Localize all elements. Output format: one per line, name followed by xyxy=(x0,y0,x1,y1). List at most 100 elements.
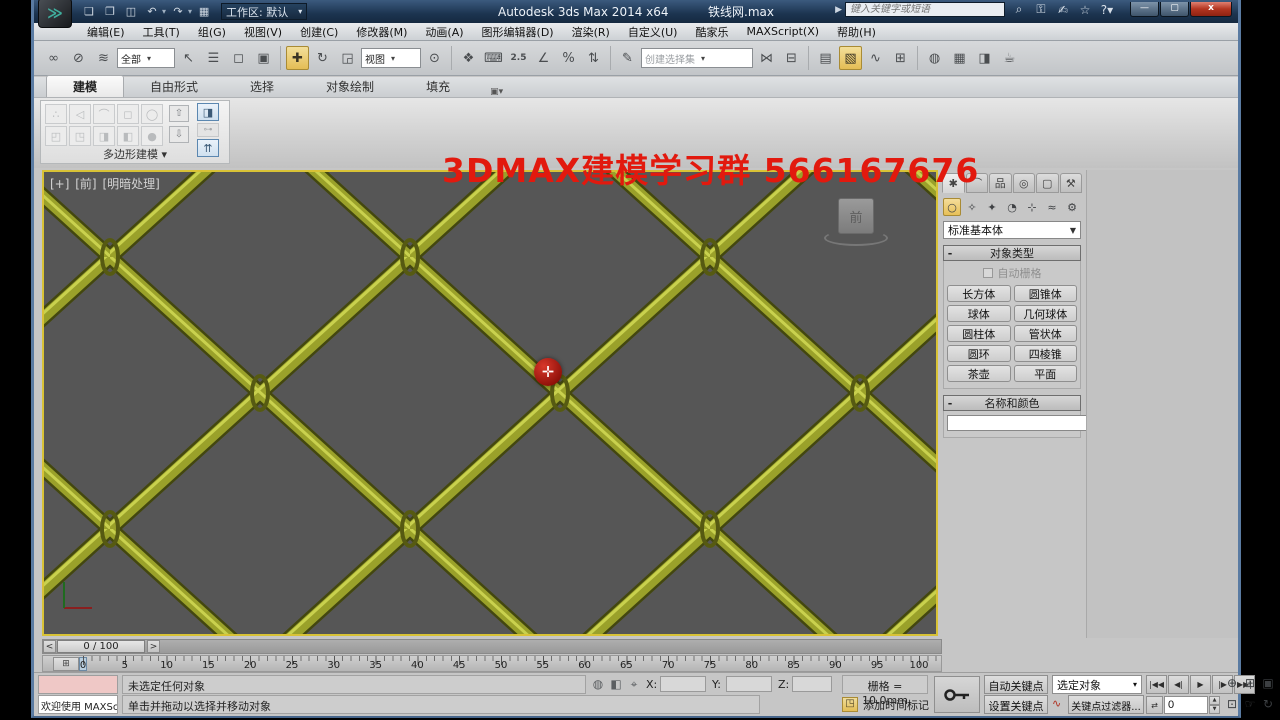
ribbon-minimize-icon[interactable]: ▣▾ xyxy=(490,87,503,97)
infocenter-arrow-icon[interactable]: ▶ xyxy=(835,5,842,15)
menu-item-1[interactable]: 工具(T) xyxy=(134,23,189,40)
absolute-offset-mode-icon[interactable]: ⌖ xyxy=(626,677,642,693)
use-pivot-center-icon[interactable]: ⊙ xyxy=(423,46,446,70)
orbit-icon[interactable]: ↻ xyxy=(1260,695,1276,713)
rendered-frame-window-icon[interactable]: ◨ xyxy=(973,46,996,70)
redo-icon[interactable]: ↷ xyxy=(169,4,187,20)
go-to-start-button[interactable]: |◀◀ xyxy=(1146,675,1167,694)
subobject-tool-icon-3[interactable]: ◻ xyxy=(117,104,139,124)
x-coordinate-input[interactable] xyxy=(660,676,706,692)
front-viewport[interactable]: [+] [前] [明暗处理] 前 ✛ xyxy=(42,170,938,636)
menu-item-7[interactable]: 图形编辑器(D) xyxy=(473,23,563,40)
ribbon-pin-down-icon[interactable]: ⇩ xyxy=(169,126,189,143)
selection-filter-dropdown[interactable]: 全部 ▾ xyxy=(117,48,175,68)
systems-category-icon[interactable]: ⚙ xyxy=(1063,198,1081,216)
mirror-icon[interactable]: ⋈ xyxy=(755,46,778,70)
subobject-tool-icon-0[interactable]: ∴ xyxy=(45,104,67,124)
select-and-rotate-icon[interactable]: ↻ xyxy=(311,46,334,70)
viewport-menu-shading[interactable]: [明暗处理] xyxy=(102,177,159,191)
subscription-key-icon[interactable]: ⚿ xyxy=(1033,2,1049,17)
subobject-tool-icon-8[interactable]: ◧ xyxy=(117,126,139,146)
viewport-menu-general[interactable]: [+] xyxy=(50,177,69,191)
communication-center-icon[interactable]: ✍ xyxy=(1055,3,1071,17)
ribbon-tab-3[interactable]: 对象绘制 xyxy=(300,76,400,97)
undo-dropdown-icon[interactable]: ▾ xyxy=(162,7,166,16)
pan-hand-icon[interactable]: ☞ xyxy=(1242,695,1258,713)
primitive-button-4[interactable]: 圆柱体 xyxy=(947,325,1011,342)
select-and-scale-icon[interactable]: ◲ xyxy=(336,46,359,70)
current-frame-input[interactable] xyxy=(1164,696,1208,714)
application-menu-button[interactable]: ≫ xyxy=(38,0,72,28)
window-crossing-icon[interactable]: ▣ xyxy=(252,46,275,70)
ribbon-tab-4[interactable]: 填充 xyxy=(400,76,476,97)
next-frame-arrow[interactable]: > xyxy=(147,640,160,653)
polygon-modeling-label[interactable]: 多边形建模 ▾ xyxy=(41,146,229,162)
menu-item-4[interactable]: 创建(C) xyxy=(291,23,347,40)
name-color-header[interactable]: - 名称和颜色 xyxy=(943,395,1081,411)
primitive-button-8[interactable]: 茶壶 xyxy=(947,365,1011,382)
isolate-bulb-icon[interactable]: ◍ xyxy=(590,677,606,693)
zoom-extents-icon[interactable]: ▣ xyxy=(1260,674,1276,692)
tab-utilities[interactable]: ⚒ xyxy=(1059,173,1082,193)
undo-icon[interactable]: ↶ xyxy=(143,4,161,20)
favorites-star-icon[interactable]: ☆ xyxy=(1077,3,1093,17)
tab-display[interactable]: ▢ xyxy=(1036,173,1059,193)
subobject-tool-icon-4[interactable]: ◯ xyxy=(141,104,163,124)
menu-item-9[interactable]: 自定义(U) xyxy=(619,23,687,40)
primitive-button-2[interactable]: 球体 xyxy=(947,305,1011,322)
maximize-button[interactable]: ▢ xyxy=(1160,2,1189,17)
menu-item-11[interactable]: MAXScript(X) xyxy=(737,23,828,40)
z-coordinate-input[interactable] xyxy=(792,676,832,692)
scene-explorer-icon[interactable]: ▧ xyxy=(839,46,862,70)
workspace-dropdown[interactable]: 工作区: 默认 ▾ xyxy=(221,3,308,20)
ribbon-pin-up-icon[interactable]: ⇧ xyxy=(169,105,189,122)
primitive-button-7[interactable]: 四棱锥 xyxy=(1013,345,1077,362)
unlink-selection-icon[interactable]: ⊘ xyxy=(67,46,90,70)
menu-item-3[interactable]: 视图(V) xyxy=(235,23,291,40)
select-and-link-icon[interactable]: ∞ xyxy=(42,46,65,70)
time-slider-track[interactable]: < 0 / 100 > xyxy=(42,639,942,654)
spinner-snap-icon[interactable]: ⇅ xyxy=(582,46,605,70)
select-and-manipulate-icon[interactable]: ❖ xyxy=(457,46,480,70)
viewcube-front-face[interactable]: 前 xyxy=(838,198,874,234)
zoom-icon[interactable]: ⊕ xyxy=(1224,674,1240,692)
key-filter-dropdown[interactable]: 选定对象 ▾ xyxy=(1052,675,1142,694)
render-production-icon[interactable]: ☕ xyxy=(998,46,1021,70)
reference-coordinate-dropdown[interactable]: 视图 ▾ xyxy=(361,48,421,68)
primitive-button-5[interactable]: 管状体 xyxy=(1013,325,1077,342)
tab-hierarchy[interactable]: 品 xyxy=(989,173,1012,193)
key-mode-toggle[interactable]: ⇄ xyxy=(1146,696,1163,714)
curve-editor-icon[interactable]: ∿ xyxy=(864,46,887,70)
help-icon[interactable]: ?▾ xyxy=(1099,3,1115,17)
subobject-tool-icon-6[interactable]: ◳ xyxy=(69,126,91,146)
subobject-tool-icon-5[interactable]: ◰ xyxy=(45,126,67,146)
spacewarps-category-icon[interactable]: ≈ xyxy=(1043,198,1061,216)
render-setup-icon[interactable]: ▦ xyxy=(948,46,971,70)
subobject-tool-icon-9[interactable]: ● xyxy=(141,126,163,146)
select-by-name-icon[interactable]: ☰ xyxy=(202,46,225,70)
primitive-button-6[interactable]: 圆环 xyxy=(947,345,1011,362)
align-icon[interactable]: ⊟ xyxy=(780,46,803,70)
helpers-category-icon[interactable]: ⊹ xyxy=(1023,198,1041,216)
subobject-tool-icon-7[interactable]: ◨ xyxy=(93,126,115,146)
isolate-selection-icon[interactable]: ◳ xyxy=(842,697,858,712)
frame-spinner[interactable]: ▲ ▼ xyxy=(1209,696,1220,714)
ribbon-tab-0[interactable]: 建模 xyxy=(46,75,125,97)
rectangular-selection-region-icon[interactable]: ◻ xyxy=(227,46,250,70)
material-editor-icon[interactable]: ◍ xyxy=(923,46,946,70)
ribbon-tab-2[interactable]: 选择 xyxy=(224,76,300,97)
open-file-icon[interactable]: ❐ xyxy=(101,4,119,20)
primitive-button-0[interactable]: 长方体 xyxy=(947,285,1011,302)
viewport-menu-pov[interactable]: [前] xyxy=(75,177,96,191)
y-coordinate-input[interactable] xyxy=(726,676,772,692)
select-object-icon[interactable]: ↖ xyxy=(177,46,200,70)
ribbon-tab-1[interactable]: 自由形式 xyxy=(124,76,224,97)
infocenter-search-input[interactable] xyxy=(845,2,1005,17)
maxscript-mini-listener[interactable] xyxy=(38,675,118,694)
menu-item-0[interactable]: 编辑(E) xyxy=(78,23,134,40)
object-type-header[interactable]: - 对象类型 xyxy=(943,245,1081,261)
edit-named-selection-sets-icon[interactable]: ✎ xyxy=(616,46,639,70)
previous-frame-arrow[interactable]: < xyxy=(43,640,56,653)
primitive-button-1[interactable]: 圆锥体 xyxy=(1013,285,1077,302)
geometry-category-icon[interactable]: ○ xyxy=(943,198,961,216)
